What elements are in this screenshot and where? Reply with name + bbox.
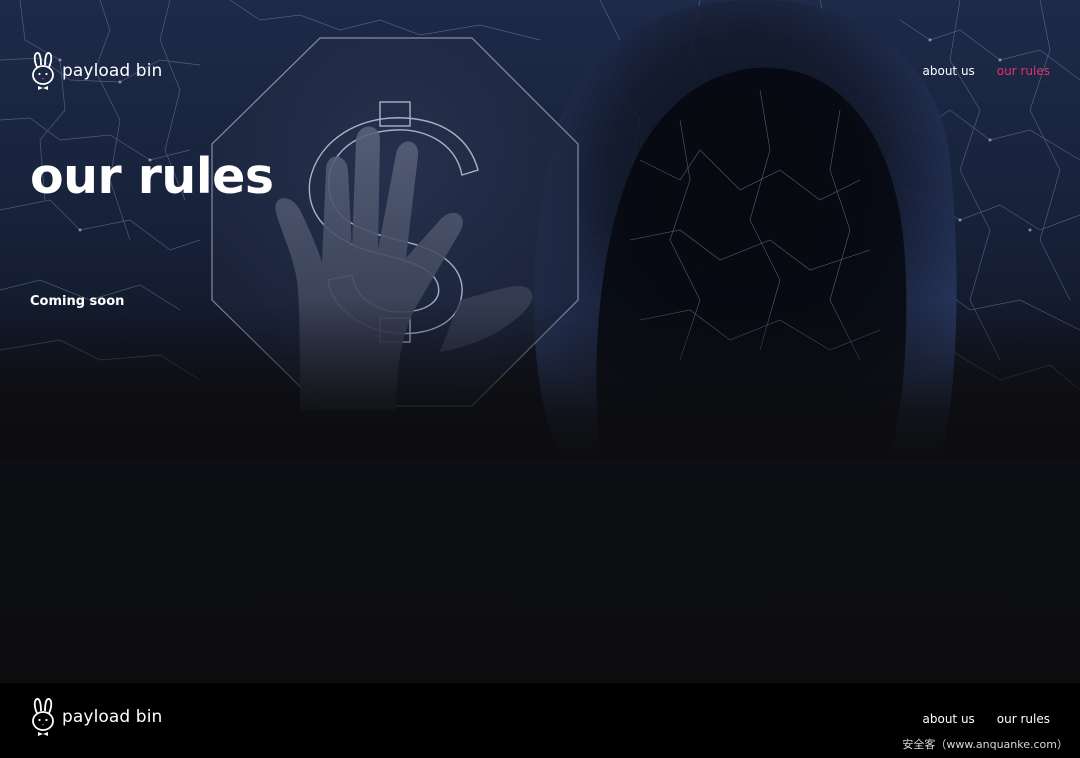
- rabbit-logo-icon: [32, 52, 54, 90]
- footer-brand-link[interactable]: payload bin: [30, 697, 162, 737]
- hero: [0, 0, 1080, 683]
- watermark-text: 安全客（www.anquanke.com）: [902, 738, 1068, 751]
- footer-nav: about us our rules: [923, 712, 1051, 726]
- nav-about-us[interactable]: about us: [923, 64, 975, 78]
- brand-link[interactable]: payload bin: [30, 51, 162, 91]
- page: payload bin about us our rules our rules…: [0, 0, 1080, 758]
- brand-name: payload bin: [62, 61, 163, 81]
- site-footer: payload bin about us our rules 安全客（www.a…: [0, 683, 1080, 758]
- footer-nav-about-us[interactable]: about us: [923, 712, 975, 726]
- page-title: our rules: [30, 148, 274, 205]
- footer-brand-name: payload bin: [62, 707, 163, 727]
- site-header: payload bin about us our rules: [30, 48, 1050, 94]
- nav-our-rules[interactable]: our rules: [997, 64, 1050, 78]
- main-nav: about us our rules: [923, 64, 1051, 78]
- footer-nav-our-rules[interactable]: our rules: [997, 712, 1050, 726]
- coming-soon-text: Coming soon: [30, 294, 125, 309]
- rabbit-logo-icon: [32, 698, 54, 736]
